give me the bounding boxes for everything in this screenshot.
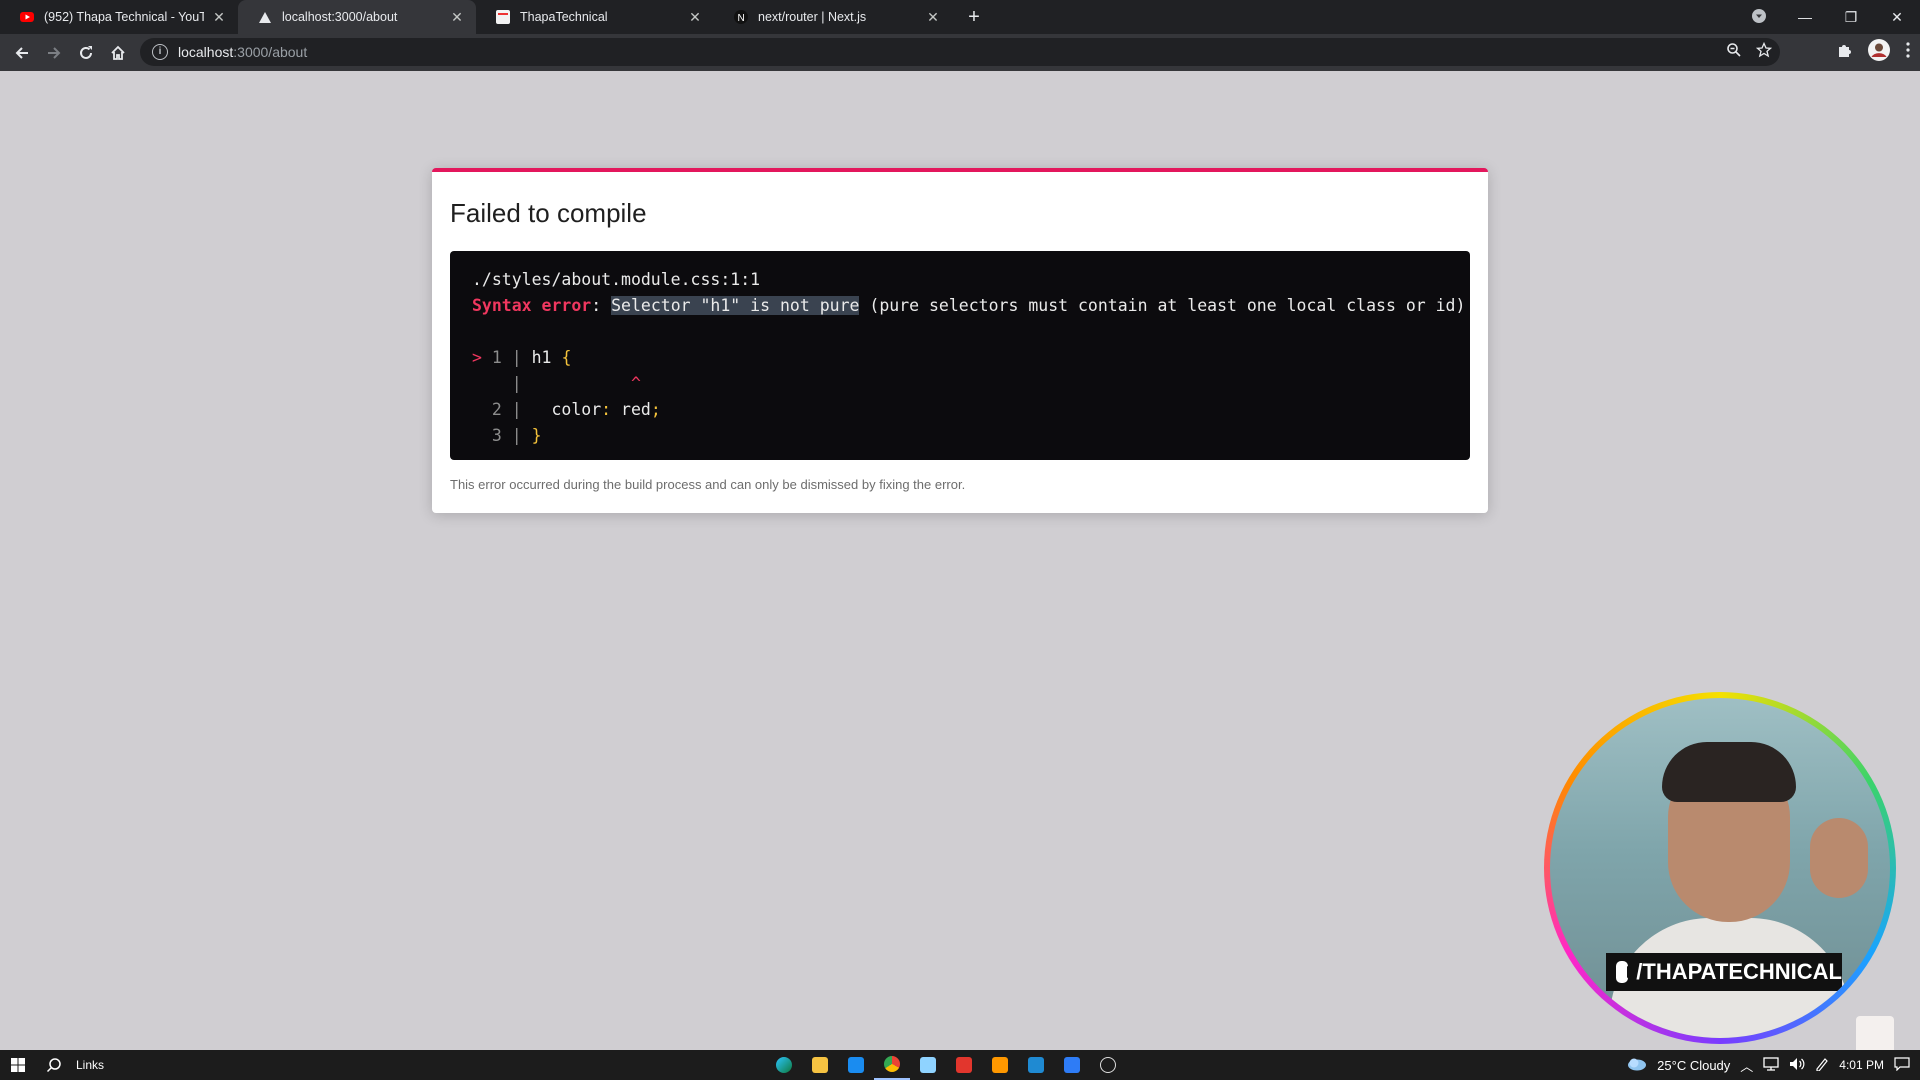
- system-tray: 25°C Cloudy ︿ 4:01 PM: [1625, 1050, 1920, 1080]
- address-bar[interactable]: i localhost:3000/about: [140, 38, 1780, 66]
- clock-time[interactable]: 4:01 PM: [1839, 1058, 1884, 1072]
- browser-toolbar: i localhost:3000/about: [0, 34, 1920, 71]
- tab-localhost-about[interactable]: localhost:3000/about ✕: [238, 0, 476, 34]
- tab-title: next/router | Next.js: [758, 10, 867, 24]
- notepad-icon[interactable]: [910, 1050, 946, 1080]
- presenter-video: /THAPATECHNICAL: [1550, 698, 1890, 1038]
- back-icon[interactable]: [6, 37, 38, 69]
- error-message: Syntax error: Selector "h1" is not pure …: [472, 296, 1466, 315]
- new-tab-button[interactable]: +: [960, 0, 988, 34]
- selected-text: Selector "h1" is not pure: [611, 296, 860, 315]
- error-title: Failed to compile: [450, 198, 647, 228]
- youtube-icon: [20, 10, 34, 24]
- close-tab-icon[interactable]: ✕: [212, 9, 226, 26]
- code-line-1: > 1 | h1 {: [472, 348, 572, 367]
- close-window-icon[interactable]: ✕: [1874, 9, 1920, 26]
- home-icon[interactable]: [102, 37, 134, 69]
- notifications-icon[interactable]: [1894, 1056, 1910, 1074]
- error-label: Syntax error: [472, 296, 592, 315]
- code-line-3: 3 | }: [491, 426, 542, 445]
- channel-watermark-logo: [1856, 1016, 1894, 1054]
- address-url[interactable]: localhost:3000/about: [178, 44, 307, 60]
- tab-search-icon[interactable]: [1736, 8, 1782, 26]
- minimize-icon[interactable]: —: [1782, 9, 1828, 25]
- compile-error-dialog: Failed to compile ./styles/about.module.…: [432, 168, 1488, 513]
- mail-icon[interactable]: [838, 1050, 874, 1080]
- tab-youtube[interactable]: (952) Thapa Technical - YouTube ✕: [0, 0, 238, 34]
- tab-title: (952) Thapa Technical - YouTube: [44, 10, 204, 24]
- error-file-path: ./styles/about.module.css:1:1: [472, 270, 761, 289]
- close-tab-icon[interactable]: ✕: [688, 9, 702, 26]
- file-explorer-icon[interactable]: [802, 1050, 838, 1080]
- reload-icon[interactable]: [70, 37, 102, 69]
- vscode-icon[interactable]: [1018, 1050, 1054, 1080]
- edge-icon[interactable]: [766, 1050, 802, 1080]
- taskbar-apps: [766, 1050, 1126, 1080]
- code-line-2: 2 | color: red;: [491, 400, 661, 419]
- windows-start-icon[interactable]: [0, 1050, 36, 1080]
- tab-title: localhost:3000/about: [282, 10, 398, 24]
- tab-title: ThapaTechnical: [520, 10, 608, 24]
- office-icon[interactable]: [946, 1050, 982, 1080]
- window-controls: — ❐ ✕: [1736, 0, 1920, 34]
- windows-taskbar: Links 25°C Cloudy ︿ 4:01 PM: [0, 1050, 1920, 1080]
- weather-cloud-icon[interactable]: [1625, 1057, 1647, 1074]
- notes-icon[interactable]: [1054, 1050, 1090, 1080]
- extensions-puzzle-icon[interactable]: [1836, 42, 1852, 63]
- menu-kebab-icon[interactable]: [1906, 42, 1910, 63]
- nextjs-n-icon: N: [734, 10, 748, 24]
- bookmark-star-icon[interactable]: [1755, 41, 1773, 63]
- restore-icon[interactable]: ❐: [1828, 9, 1874, 26]
- volume-icon[interactable]: [1789, 1057, 1805, 1074]
- forward-icon[interactable]: [38, 37, 70, 69]
- taskbar-search-label[interactable]: Links: [76, 1058, 104, 1072]
- site-info-icon[interactable]: i: [152, 44, 168, 60]
- clock-app-icon[interactable]: [1090, 1050, 1126, 1080]
- page-icon: [496, 10, 510, 24]
- close-tab-icon[interactable]: ✕: [926, 9, 940, 26]
- network-icon[interactable]: [1763, 1056, 1779, 1074]
- weather-text[interactable]: 25°C Cloudy: [1657, 1058, 1730, 1073]
- close-tab-icon[interactable]: ✕: [450, 9, 464, 26]
- zoom-icon[interactable]: [1726, 42, 1742, 63]
- tab-next-router[interactable]: N next/router | Next.js ✕: [714, 0, 952, 34]
- tab-thapatechnical[interactable]: ThapaTechnical ✕: [476, 0, 714, 34]
- chrome-icon[interactable]: [874, 1050, 910, 1080]
- webcam-bubble: /THAPATECHNICAL: [1544, 692, 1896, 1044]
- svg-text:N: N: [738, 13, 745, 24]
- channel-name: /THAPATECHNICAL: [1636, 959, 1842, 984]
- channel-banner: /THAPATECHNICAL: [1606, 953, 1842, 991]
- sublime-icon[interactable]: [982, 1050, 1018, 1080]
- code-caret-line: | ^: [511, 374, 641, 393]
- nextjs-triangle-icon: [258, 10, 272, 24]
- error-footer-note: This error occurred during the build pro…: [450, 477, 966, 492]
- error-code-block: ./styles/about.module.css:1:1 Syntax err…: [450, 251, 1470, 460]
- taskbar-search-icon[interactable]: [36, 1050, 72, 1080]
- pen-icon[interactable]: [1815, 1057, 1829, 1074]
- profile-avatar[interactable]: [1868, 39, 1890, 66]
- chevron-up-icon[interactable]: ︿: [1740, 1056, 1753, 1075]
- tab-strip: (952) Thapa Technical - YouTube ✕ localh…: [0, 0, 1920, 34]
- youtube-logo-icon: [1616, 961, 1639, 983]
